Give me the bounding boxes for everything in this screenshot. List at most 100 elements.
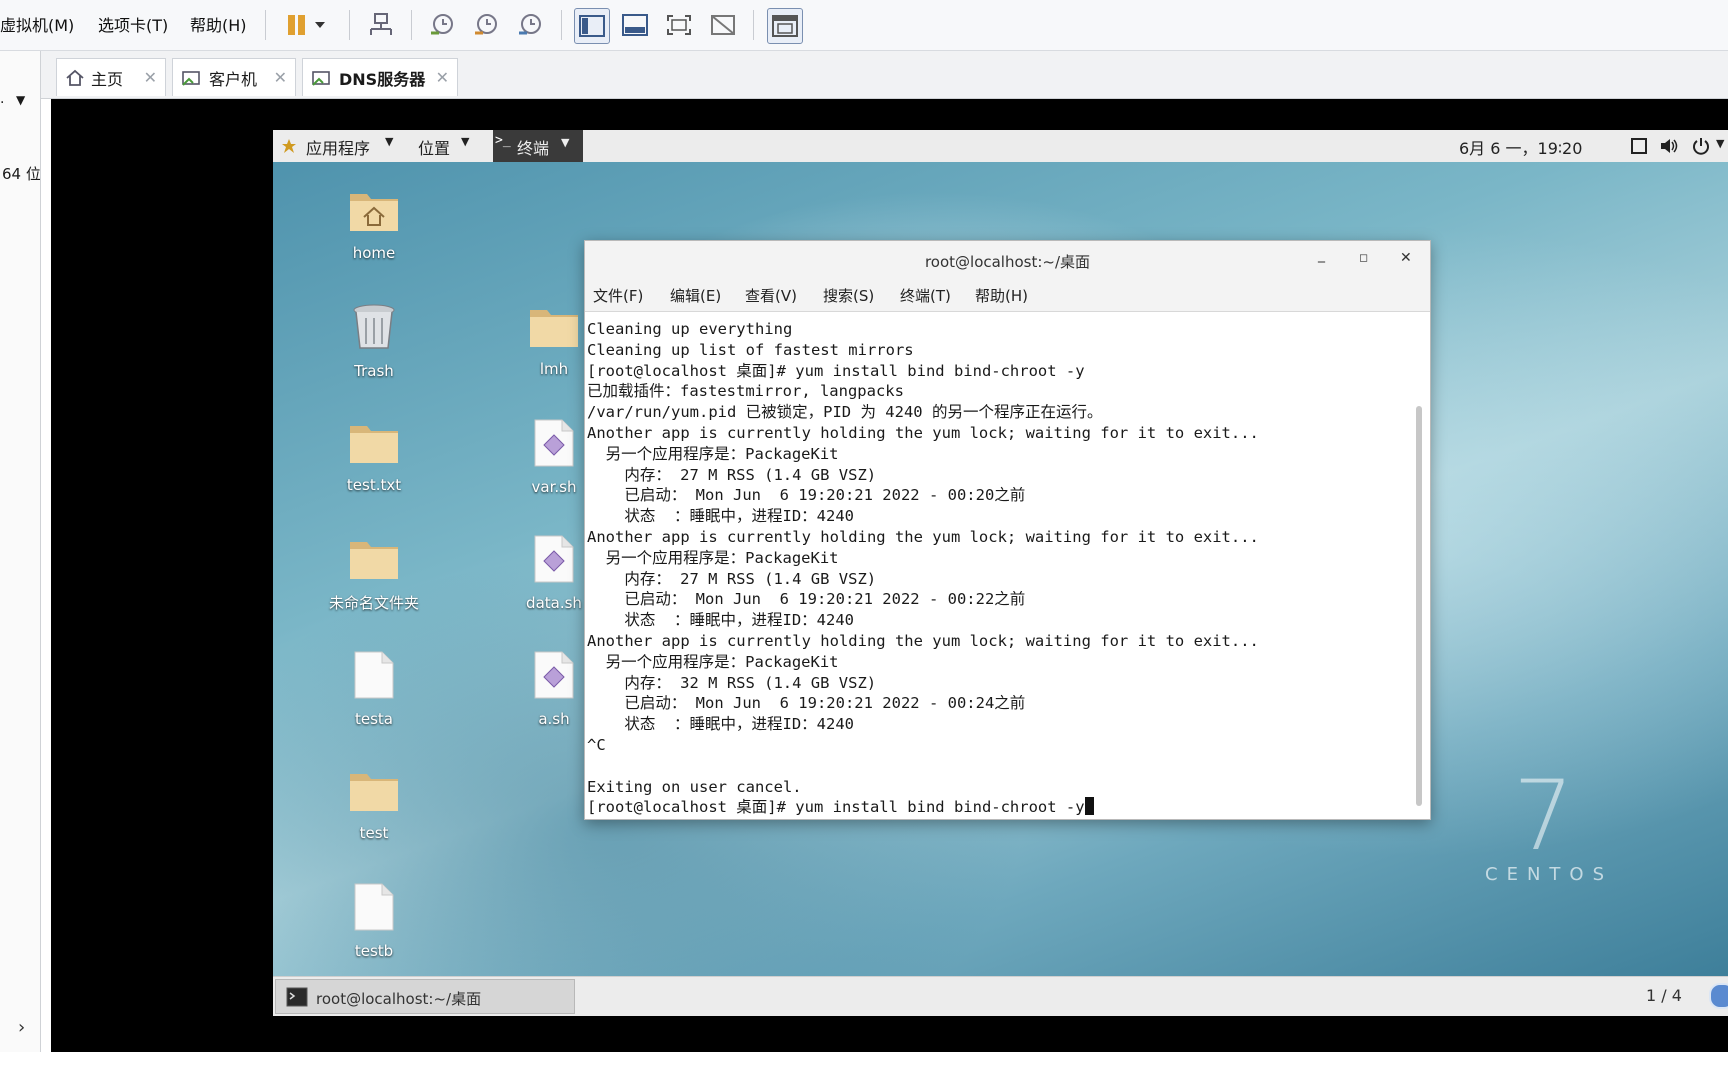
terminal-line: 另一个应用程序是：PackageKit: [587, 652, 839, 671]
close-tab-icon[interactable]: ✕: [274, 68, 287, 87]
power-icon[interactable]: [1692, 137, 1710, 155]
terminal-line: Exiting on user cancel.: [587, 777, 802, 796]
terminal-titlebar[interactable]: root@localhost:~/桌面 _ ◻ ✕: [585, 241, 1430, 279]
snapshot-button[interactable]: [425, 8, 459, 42]
tab-label: 客户机: [209, 69, 258, 89]
terminal-line: Another app is currently holding the yum…: [587, 527, 1259, 546]
terminal-menu-file[interactable]: 文件(F): [593, 285, 643, 306]
toolbar-separator: [561, 10, 562, 40]
terminal-icon: [286, 987, 308, 1007]
desktop-icon-trash[interactable]: Trash: [319, 302, 429, 380]
menu-help[interactable]: 帮助(H): [190, 12, 247, 36]
applications-menu[interactable]: 应用程序: [306, 135, 370, 159]
notification-icon[interactable]: [1709, 983, 1728, 1009]
terminal-menu-edit[interactable]: 编辑(E): [670, 285, 721, 306]
menu-tabs[interactable]: 选项卡(T): [98, 12, 168, 36]
close-tab-icon[interactable]: ✕: [436, 68, 449, 87]
thumbnail-bar-button[interactable]: [618, 8, 652, 42]
gnome-top-panel: 应用程序 ▼ 位置 ▼ >_ 终端 ▼ 6月 6 一，19∶20 ▼: [273, 130, 1728, 163]
terminal-scrollbar[interactable]: [1416, 406, 1422, 806]
terminal-menu-view[interactable]: 查看(V): [745, 285, 797, 306]
show-library-button[interactable]: [574, 8, 610, 44]
send-keys-button[interactable]: [364, 8, 398, 42]
snapshot-manager-button[interactable]: [513, 8, 547, 42]
desktop-icon-label: test: [359, 824, 389, 842]
terminal-icon: >_: [495, 133, 511, 148]
close-tab-icon[interactable]: ✕: [144, 68, 157, 87]
close-icon[interactable]: ✕: [1400, 250, 1412, 266]
restore-snapshot-icon: [475, 14, 497, 35]
terminal-title: root@localhost:~/桌面: [924, 253, 1091, 271]
minimize-icon[interactable]: _: [1318, 247, 1325, 263]
terminal-line: ^C: [587, 735, 606, 754]
menu-vm[interactable]: 虚拟机(M): [0, 12, 74, 36]
tab-client[interactable]: 客户机 ✕: [172, 58, 296, 96]
tab-home[interactable]: 主页 ✕: [56, 58, 166, 96]
terminal-line: [root@localhost 桌面]# yum install bind bi…: [587, 361, 1085, 380]
chevron-down-icon: ▼: [461, 135, 470, 148]
desktop-icon-testb[interactable]: testb: [319, 882, 429, 960]
host-menubar: 虚拟机(M) 选项卡(T) 帮助(H): [0, 0, 1728, 51]
fullscreen-button[interactable]: [662, 8, 696, 42]
chevron-down-icon[interactable]: ▼: [16, 93, 25, 107]
home-folder-icon: [350, 194, 398, 231]
terminal-line: 另一个应用程序是：PackageKit: [587, 444, 839, 463]
chevron-right-icon[interactable]: ›: [18, 1017, 25, 1038]
desktop-icon-unnamed-folder[interactable]: 未命名文件夹: [319, 534, 429, 613]
desktop-icon-test-txt[interactable]: test.txt: [319, 418, 429, 494]
desktop-icon-testa[interactable]: testa: [319, 650, 429, 728]
restore-snapshot-button[interactable]: [469, 8, 503, 42]
vm-icon: [182, 70, 200, 86]
toolbar-separator: [265, 10, 266, 40]
vm-display-bottom: [51, 1016, 1728, 1052]
volume-icon[interactable]: [1659, 137, 1679, 155]
console-view-button[interactable]: [767, 8, 803, 44]
terminal-line: Cleaning up everything: [587, 320, 793, 338]
chevron-down-icon: ▼: [1716, 137, 1725, 150]
chevron-down-icon: ▼: [385, 135, 394, 148]
chevron-down-icon: ▼: [561, 136, 570, 149]
folder-icon: [350, 426, 398, 463]
terminal-output[interactable]: Cleaning up everything Cleaning up list o…: [587, 319, 1407, 816]
terminal-line: 已启动： Mon Jun 6 19:20:21 2022 - 00:24之前: [587, 694, 1026, 713]
desktop-icon-test[interactable]: test: [319, 766, 429, 842]
terminal-app-menu[interactable]: >_ 终端 ▼: [493, 130, 583, 162]
library-vm-info: 64 位: [2, 165, 40, 183]
pause-icon: [288, 15, 325, 35]
terminal-menu-search[interactable]: 搜索(S): [823, 285, 874, 306]
vm-icon: [312, 70, 330, 86]
terminal-line: 内存： 27 M RSS (1.4 GB VSZ): [587, 569, 877, 588]
terminal-line: 状态 ：睡眠中，进程ID：4240: [587, 715, 854, 734]
screen-icon[interactable]: [1631, 138, 1647, 154]
taskbar-terminal-item[interactable]: root@localhost:~/桌面: [275, 979, 575, 1014]
library-panel: . ▼ 64 位 ›: [0, 51, 41, 1052]
desktop-icon-label: testa: [355, 710, 393, 728]
terminal-line: 内存： 32 M RSS (1.4 GB VSZ): [587, 673, 877, 692]
places-menu[interactable]: 位置: [418, 135, 450, 159]
maximize-icon[interactable]: ◻: [1359, 251, 1368, 264]
toolbar-separator: [411, 10, 412, 40]
terminal-window[interactable]: root@localhost:~/桌面 _ ◻ ✕ 文件(F) 编辑(E) 查看…: [584, 240, 1431, 820]
terminal-menu-help[interactable]: 帮助(H): [975, 285, 1028, 306]
clock[interactable]: 6月 6 一，19∶20: [1459, 135, 1582, 159]
unity-icon: [711, 15, 735, 35]
workspace-indicator[interactable]: 1 / 4: [1646, 986, 1682, 1005]
terminal-line: /var/run/yum.pid 已被锁定，PID 为 4240 的另一个程序正…: [587, 403, 1103, 422]
folder-icon: [350, 774, 398, 811]
desktop-icon-label: 未命名文件夹: [328, 594, 419, 612]
pause-button[interactable]: [279, 8, 331, 42]
gnome-bottom-panel: root@localhost:~/桌面 1 / 4: [273, 976, 1728, 1017]
file-icon: [354, 651, 394, 699]
terminal-line: 另一个应用程序是：PackageKit: [587, 548, 839, 567]
terminal-line: Another app is currently holding the yum…: [587, 423, 1259, 442]
desktop-icon-label: home: [352, 244, 396, 262]
script-icon: [534, 419, 574, 467]
console-view-icon: [772, 15, 798, 37]
terminal-line: Cleaning up list of fastest mirrors: [587, 340, 914, 359]
snapshot-icon: [431, 14, 453, 35]
snapshot-manager-icon: [519, 14, 541, 35]
tab-dns-server[interactable]: DNS服务器 ✕: [302, 58, 458, 96]
unity-button[interactable]: [706, 8, 740, 42]
desktop-icon-home[interactable]: home: [319, 186, 429, 262]
terminal-menu-terminal[interactable]: 终端(T): [900, 285, 951, 306]
